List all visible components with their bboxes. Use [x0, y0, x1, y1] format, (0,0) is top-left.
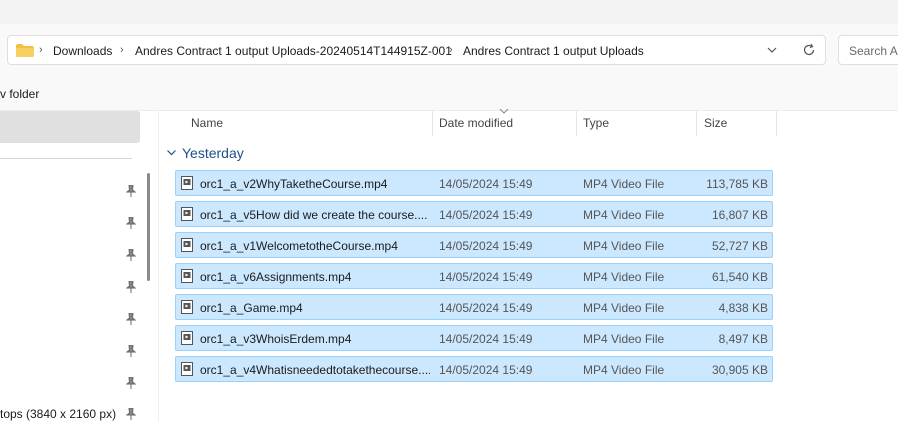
column-divider[interactable] [776, 111, 777, 136]
sort-caret-icon [499, 108, 509, 114]
file-size: 8,497 KB [718, 332, 768, 346]
pin-icon[interactable] [126, 185, 136, 197]
file-name: orc1_a_v2WhyTaketheCourse.mp4 [200, 177, 388, 191]
nav-scrollbar[interactable] [147, 173, 150, 281]
video-file-icon [181, 331, 193, 345]
file-date: 14/05/2024 15:49 [439, 301, 533, 315]
pin-icon[interactable] [126, 281, 136, 293]
pane-divider[interactable] [158, 111, 159, 422]
file-name: orc1_a_Game.mp4 [200, 301, 303, 315]
window-top-strip [0, 0, 898, 24]
column-divider[interactable] [432, 111, 433, 136]
column-divider[interactable] [576, 111, 577, 136]
command-bar: v folder [0, 80, 898, 111]
nav-item-wallpapers[interactable]: tops (3840 x 2160 px) [0, 407, 116, 421]
pin-icon[interactable] [126, 377, 136, 389]
video-file-icon [181, 269, 193, 283]
breadcrumb-uploads-archive[interactable]: Andres Contract 1 output Uploads-2024051… [135, 44, 452, 58]
file-name: orc1_a_v1WelcometotheCourse.mp4 [200, 239, 398, 253]
column-header-type[interactable]: Type [583, 116, 609, 130]
refresh-icon[interactable] [802, 43, 816, 57]
file-row[interactable]: orc1_a_v3WhoisErdem.mp4 14/05/2024 15:49… [175, 325, 773, 351]
chevron-down-icon[interactable] [764, 42, 780, 58]
nav-divider [0, 158, 132, 159]
file-date: 14/05/2024 15:49 [439, 332, 533, 346]
column-header-row: Name Date modified Type Size [160, 108, 898, 136]
breadcrumb-uploads-folder[interactable]: Andres Contract 1 output Uploads [463, 44, 644, 58]
address-bar[interactable]: › Downloads › Andres Contract 1 output U… [7, 35, 826, 65]
nav-selected-item[interactable] [0, 111, 140, 143]
new-folder-button[interactable]: v folder [0, 87, 39, 101]
file-date: 14/05/2024 15:49 [439, 208, 533, 222]
navigation-pane: tops (3840 x 2160 px) [0, 111, 150, 422]
video-file-icon [181, 300, 193, 314]
breadcrumb-separator: › [449, 44, 453, 56]
file-date: 14/05/2024 15:49 [439, 363, 533, 377]
file-size: 4,838 KB [718, 301, 768, 315]
file-type: MP4 Video File [583, 332, 665, 346]
search-input[interactable]: Search Ar [838, 35, 898, 65]
pin-icon[interactable] [126, 249, 136, 261]
column-header-date[interactable]: Date modified [439, 116, 513, 130]
file-type: MP4 Video File [583, 270, 665, 284]
address-row: › Downloads › Andres Contract 1 output U… [0, 24, 898, 80]
breadcrumb-separator: › [39, 44, 43, 56]
file-size: 52,727 KB [711, 239, 768, 253]
file-size: 16,807 KB [711, 208, 768, 222]
file-name: orc1_a_v3WhoisErdem.mp4 [200, 332, 352, 346]
file-size: 61,540 KB [711, 270, 768, 284]
file-date: 14/05/2024 15:49 [439, 270, 533, 284]
file-row[interactable]: orc1_a_v2WhyTaketheCourse.mp4 14/05/2024… [175, 170, 773, 196]
file-type: MP4 Video File [583, 301, 665, 315]
file-size: 113,785 KB [706, 177, 768, 191]
video-file-icon [181, 362, 193, 376]
file-row[interactable]: orc1_a_Game.mp4 14/05/2024 15:49 MP4 Vid… [175, 294, 773, 320]
column-divider[interactable] [696, 111, 697, 136]
video-file-icon [181, 238, 193, 252]
search-placeholder: Search Ar [849, 44, 898, 58]
file-name: orc1_a_v5How did we create the course...… [200, 208, 428, 222]
pin-icon[interactable] [126, 217, 136, 229]
file-type: MP4 Video File [583, 208, 665, 222]
pin-icon[interactable] [126, 408, 136, 420]
file-type: MP4 Video File [583, 239, 665, 253]
file-type: MP4 Video File [583, 363, 665, 377]
file-name: orc1_a_v6Assignments.mp4 [200, 270, 352, 284]
column-header-size[interactable]: Size [704, 116, 727, 130]
file-date: 14/05/2024 15:49 [439, 177, 533, 191]
breadcrumb-downloads[interactable]: Downloads [53, 44, 112, 58]
column-header-name[interactable]: Name [191, 116, 223, 130]
file-row[interactable]: orc1_a_v4Whatisneededtotakethecourse....… [175, 356, 773, 382]
file-name: orc1_a_v4Whatisneededtotakethecourse.... [200, 363, 430, 377]
file-date: 14/05/2024 15:49 [439, 239, 533, 253]
video-file-icon [181, 176, 193, 190]
video-file-icon [181, 207, 193, 221]
chevron-down-icon[interactable] [166, 147, 177, 158]
file-size: 30,905 KB [711, 363, 768, 377]
breadcrumb-separator: › [120, 44, 124, 56]
file-row[interactable]: orc1_a_v5How did we create the course...… [175, 201, 773, 227]
pin-icon[interactable] [126, 313, 136, 325]
file-type: MP4 Video File [583, 177, 665, 191]
pin-icon[interactable] [126, 345, 136, 357]
file-row[interactable]: orc1_a_v1WelcometotheCourse.mp4 14/05/20… [175, 232, 773, 258]
group-label: Yesterday [182, 145, 244, 161]
folder-icon [16, 44, 34, 57]
file-row[interactable]: orc1_a_v6Assignments.mp4 14/05/2024 15:4… [175, 263, 773, 289]
